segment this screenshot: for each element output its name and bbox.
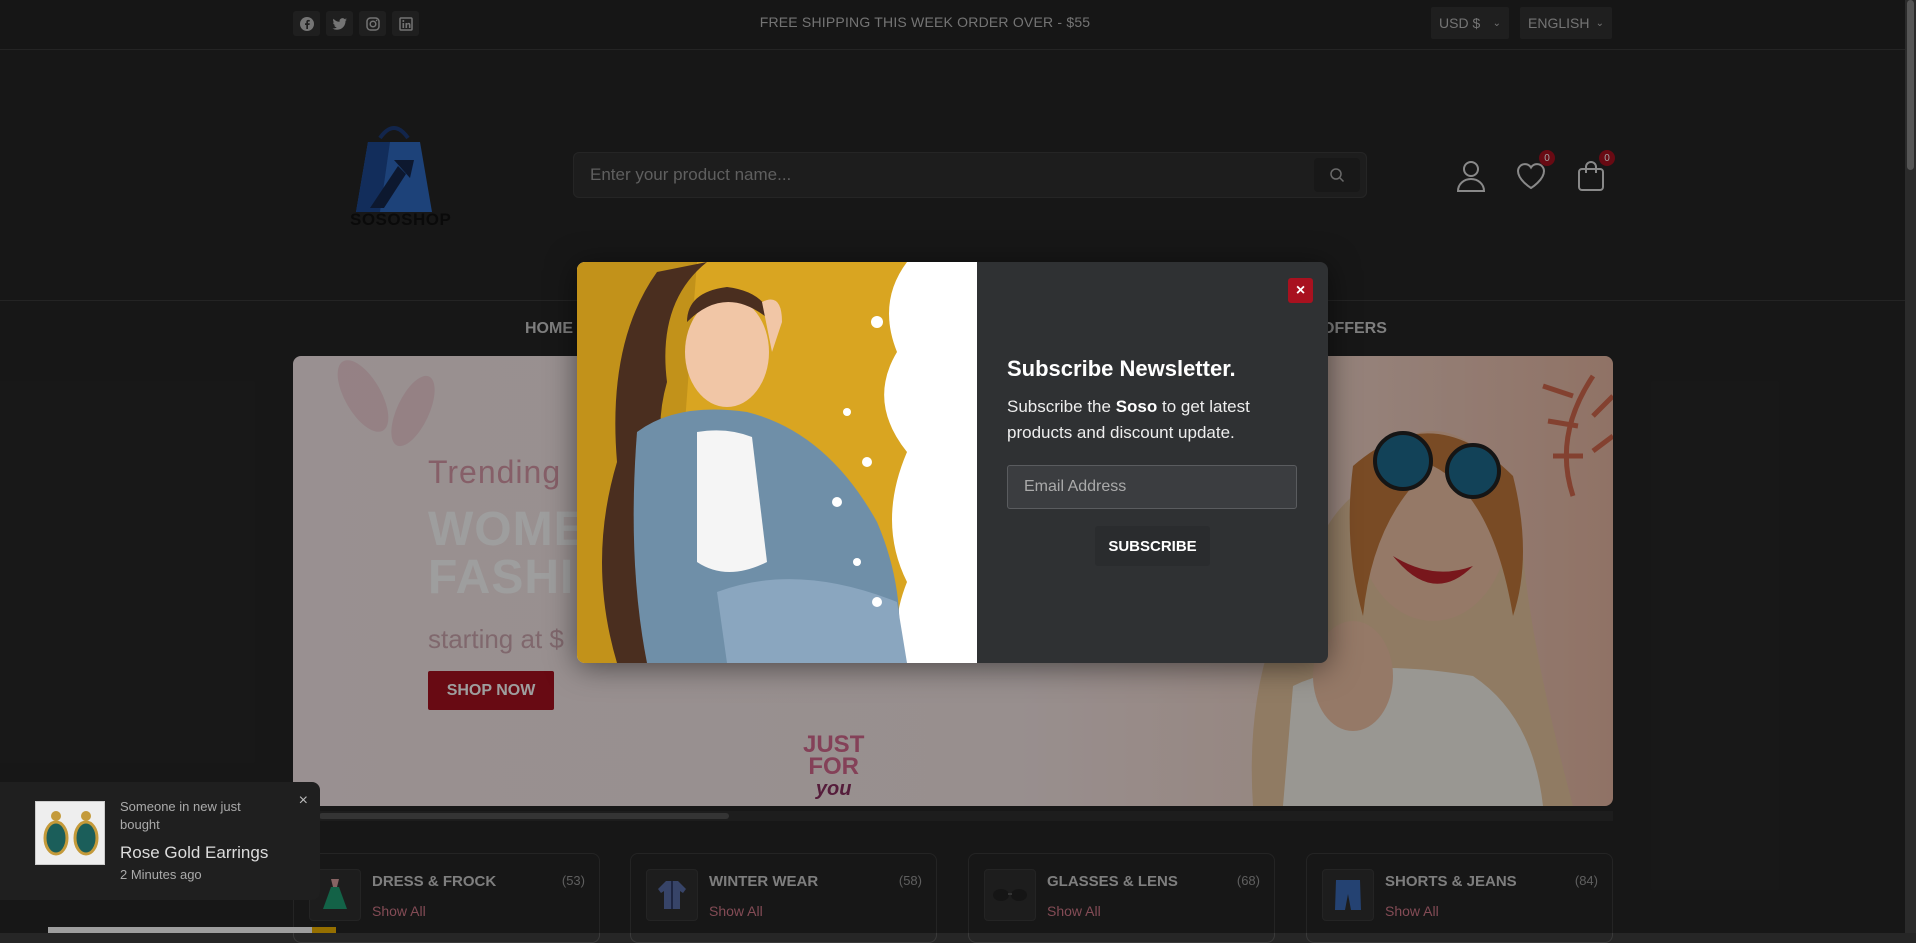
newsletter-modal: × Subscribe Newsletter. Subscribe the So… xyxy=(577,262,1328,663)
notification-message: Someone in new just bought xyxy=(120,799,241,832)
purchase-notification: Someone in new just bought Rose Gold Ear… xyxy=(0,782,320,900)
newsletter-image xyxy=(577,262,977,663)
subscribe-button[interactable]: SUBSCRIBE xyxy=(1095,526,1210,566)
page-scrollbar[interactable] xyxy=(1905,0,1916,933)
close-icon[interactable]: × xyxy=(1288,278,1313,303)
close-icon[interactable]: × xyxy=(299,792,308,810)
notification-time: 2 Minutes ago xyxy=(120,867,202,882)
brand-name: Soso xyxy=(1115,397,1158,416)
email-field[interactable] xyxy=(1007,465,1297,509)
earrings-thumbnail xyxy=(35,801,105,865)
newsletter-title: Subscribe Newsletter. xyxy=(1007,356,1236,381)
newsletter-description: Subscribe the Soso to get latest product… xyxy=(1007,397,1250,442)
notification-product[interactable]: Rose Gold Earrings xyxy=(120,843,268,863)
page-scroll-thumb[interactable] xyxy=(1907,0,1914,170)
